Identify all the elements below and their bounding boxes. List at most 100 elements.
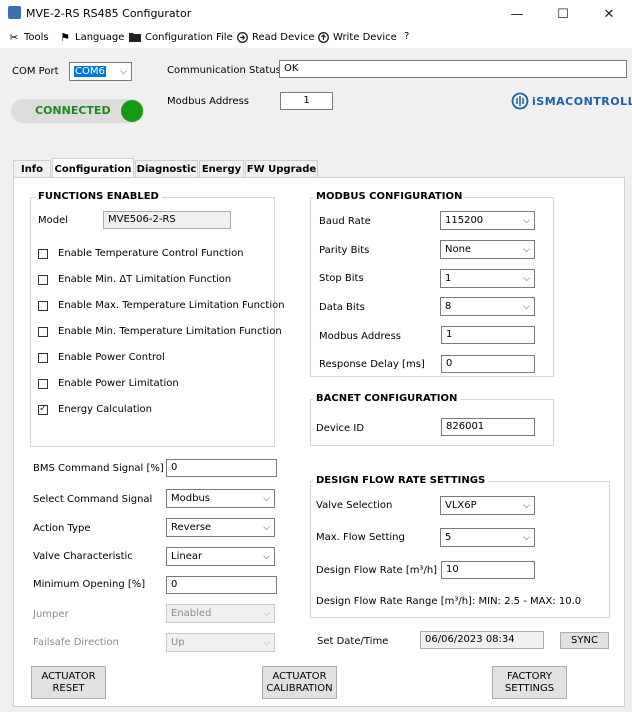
brand-logo-text: iSMACONTROLLI (532, 94, 632, 108)
button-label: ACTUATOR (41, 670, 96, 682)
minimize-button[interactable]: — (494, 0, 540, 28)
chevron-down-icon: ⌵ (523, 245, 530, 255)
com-port-value: COM6 (74, 66, 106, 77)
factory-settings-button[interactable]: FACTORY SETTINGS (492, 666, 567, 699)
actuator-calibration-button[interactable]: ACTUATOR CALIBRATION (262, 666, 337, 699)
menu-label: Language (75, 31, 125, 43)
tab-energy[interactable]: Energy (199, 160, 244, 178)
brand-logo-icon (511, 92, 529, 110)
cb-min-temp-limitation[interactable]: Enable Min. Temperature Limitation Funct… (38, 326, 282, 337)
checkbox[interactable] (38, 300, 48, 311)
select-value: 1 (445, 273, 452, 284)
checkbox[interactable] (38, 378, 48, 389)
select-value: None (445, 244, 472, 255)
modbus-address-cfg-field[interactable]: 1 (441, 326, 535, 344)
button-label: SETTINGS (504, 682, 555, 694)
datetime-label: Set Date/Time (317, 636, 389, 647)
select-value: Modbus (171, 493, 210, 504)
parity-label: Parity Bits (319, 245, 370, 256)
connected-label: CONNECTED (35, 104, 111, 117)
button-label: ACTUATOR (272, 670, 327, 682)
valve-char-select[interactable]: Linear ⌵ (166, 547, 275, 566)
modbus-address-cfg-label: Modbus Address (319, 331, 401, 342)
model-label: Model (38, 215, 69, 226)
cb-power-control[interactable]: Enable Power Control (38, 352, 165, 363)
cb-energy-calculation[interactable]: Energy Calculation (38, 403, 152, 415)
failsafe-select: Up ⌵ (166, 633, 275, 652)
bms-field[interactable]: 0 (166, 459, 277, 477)
menu-configuration-file[interactable]: Configuration File (129, 31, 233, 43)
tab-fw-upgrade[interactable]: FW Upgrade (245, 160, 318, 178)
modbus-address-field[interactable]: 1 (280, 92, 333, 110)
baud-select[interactable]: 115200 ⌵ (440, 211, 535, 230)
parity-select[interactable]: None ⌵ (440, 240, 535, 259)
checkbox[interactable] (38, 352, 48, 363)
action-type-label: Action Type (33, 523, 91, 534)
close-button[interactable]: ✕ (586, 0, 632, 28)
chevron-down-icon: ⌵ (523, 302, 530, 312)
cb-max-temp-limitation[interactable]: Enable Max. Temperature Limitation Funct… (38, 300, 285, 311)
sync-button[interactable]: SYNC (560, 632, 609, 649)
chevron-down-icon: ⌵ (263, 609, 270, 619)
checkbox-label: Energy Calculation (58, 404, 152, 415)
tab-configuration[interactable]: Configuration (52, 158, 134, 179)
checkbox-label: Enable Power Limitation (58, 378, 179, 389)
menu-help[interactable]: ? (404, 31, 409, 42)
status-label: Communication Status (167, 65, 281, 76)
chevron-down-icon: ⌵ (263, 494, 270, 504)
select-value: 5 (445, 532, 452, 543)
tab-info[interactable]: Info (13, 160, 51, 178)
brand-logo: iSMACONTROLLI (511, 92, 632, 110)
response-delay-field[interactable]: 0 (441, 355, 535, 373)
connection-toggle[interactable]: CONNECTED (11, 99, 144, 123)
action-type-select[interactable]: Reverse ⌵ (166, 518, 275, 537)
menu-label: Configuration File (145, 31, 233, 43)
model-field: MVE506-2-RS (103, 211, 231, 229)
design-rate-field[interactable]: 10 (441, 561, 535, 579)
bacnet-title: BACNET CONFIGURATION (313, 393, 461, 404)
stop-bits-select[interactable]: 1 ⌵ (440, 269, 535, 288)
tab-diagnostic[interactable]: Diagnostic (135, 160, 198, 178)
checkbox-label: Enable Min. ΔT Limitation Function (58, 274, 232, 285)
com-port-select[interactable]: COM6 ⌵ (69, 62, 132, 81)
cb-temperature-control[interactable]: Enable Temperature Control Function (38, 248, 244, 259)
menu-label: ? (404, 31, 410, 42)
checkbox[interactable] (38, 248, 48, 259)
cb-min-dt-limitation[interactable]: Enable Min. ΔT Limitation Function (38, 274, 231, 285)
menu-write-device[interactable]: Write Device (317, 31, 397, 43)
menu-language[interactable]: ⚑ Language (59, 30, 125, 44)
menu-read-device[interactable]: Read Device (236, 31, 315, 43)
modbus-address-label: Modbus Address (167, 96, 249, 107)
checkbox-label: Enable Power Control (58, 352, 165, 363)
valve-selection-select[interactable]: VLX6P ⌵ (440, 496, 535, 515)
device-id-field[interactable]: 826001 (441, 418, 535, 436)
chevron-down-icon: ⌵ (523, 274, 530, 284)
device-id-label: Device ID (316, 423, 365, 434)
datetime-field: 06/06/2023 08:34 (420, 631, 544, 649)
cb-power-limitation[interactable]: Enable Power Limitation (38, 378, 179, 389)
menu-tools[interactable]: ✂ Tools (8, 30, 48, 44)
button-label: RESET (52, 682, 85, 694)
checkbox[interactable] (38, 326, 48, 337)
data-bits-select[interactable]: 8 ⌵ (440, 297, 535, 316)
actuator-reset-button[interactable]: ACTUATOR RESET (31, 666, 106, 699)
chevron-down-icon: ⌵ (523, 533, 530, 543)
select-signal-select[interactable]: Modbus ⌵ (166, 489, 275, 508)
max-flow-select[interactable]: 5 ⌵ (440, 528, 535, 547)
maximize-button[interactable]: ☐ (540, 0, 586, 28)
valve-char-label: Valve Characteristic (33, 551, 133, 562)
select-value: Enabled (171, 608, 212, 619)
checkbox[interactable] (38, 274, 48, 285)
menu-label: Write Device (333, 31, 397, 43)
response-delay-label: Response Delay [ms] (319, 359, 425, 370)
select-value: 115200 (445, 215, 484, 226)
min-opening-field[interactable]: 0 (166, 576, 277, 594)
functions-title: FUNCTIONS ENABLED (35, 191, 162, 202)
select-signal-label: Select Command Signal (33, 494, 153, 505)
tools-icon: ✂ (9, 30, 19, 44)
chevron-down-icon: ⌵ (263, 523, 270, 533)
valve-selection-label: Valve Selection (316, 500, 393, 511)
flag-icon: ⚑ (60, 30, 70, 44)
jumper-select: Enabled ⌵ (166, 604, 275, 623)
checkbox-checked[interactable] (38, 403, 48, 415)
